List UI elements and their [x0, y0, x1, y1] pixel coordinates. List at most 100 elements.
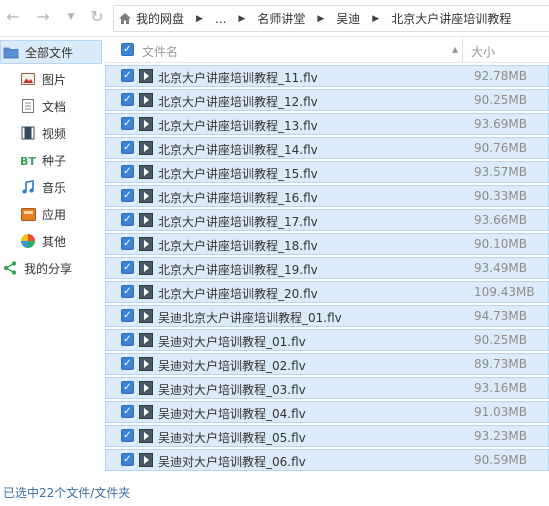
row-checkbox[interactable]: ✓	[121, 261, 134, 274]
sidebar-item-label: 全部文件	[25, 45, 74, 60]
file-name[interactable]: 吴迪北京大户讲座培训教程_01.flv	[158, 309, 342, 326]
bt-icon: BT	[20, 152, 36, 168]
video-file-icon	[139, 165, 153, 179]
share-icon	[2, 260, 18, 276]
row-checkbox[interactable]: ✓	[121, 429, 134, 442]
row-checkbox[interactable]: ✓	[121, 381, 134, 394]
column-divider[interactable]	[462, 37, 463, 62]
file-name[interactable]: 吴迪对大户培训教程_02.flv	[158, 357, 306, 374]
table-row[interactable]: ✓ 北京大户讲座培训教程_15.flv 93.57MB	[105, 161, 549, 183]
file-size: 93.57MB	[474, 165, 527, 179]
breadcrumb-separator-icon[interactable]: ▶	[372, 14, 379, 24]
file-name[interactable]: 吴迪对大户培训教程_01.flv	[158, 333, 306, 350]
file-name[interactable]: 北京大户讲座培训教程_16.flv	[158, 189, 318, 206]
file-name[interactable]: 吴迪对大户培训教程_03.flv	[158, 381, 306, 398]
breadcrumb-separator-icon[interactable]: ▶	[238, 14, 245, 24]
row-checkbox[interactable]: ✓	[121, 93, 134, 106]
table-row[interactable]: ✓ 吴迪对大户培训教程_04.flv 91.03MB	[105, 401, 549, 423]
file-name[interactable]: 北京大户讲座培训教程_14.flv	[158, 141, 318, 158]
sidebar-item-music[interactable]: 音乐	[0, 175, 122, 199]
breadcrumb-ellipsis[interactable]: ...	[215, 12, 226, 26]
file-name[interactable]: 吴迪对大户培训教程_05.flv	[158, 429, 306, 446]
file-name[interactable]: 北京大户讲座培训教程_20.flv	[158, 285, 318, 302]
row-checkbox[interactable]: ✓	[121, 285, 134, 298]
breadcrumb-famous-teachers[interactable]: 名师讲堂	[257, 10, 305, 27]
file-name[interactable]: 北京大户讲座培训教程_18.flv	[158, 237, 318, 254]
table-row[interactable]: ✓ 吴迪对大户培训教程_03.flv 93.16MB	[105, 377, 549, 399]
file-size: 91.03MB	[474, 405, 527, 419]
row-checkbox[interactable]: ✓	[121, 165, 134, 178]
row-checkbox[interactable]: ✓	[121, 213, 134, 226]
file-name[interactable]: 北京大户讲座培训教程_17.flv	[158, 213, 318, 230]
sidebar-item-my-shares[interactable]: 我的分享	[0, 256, 104, 280]
refresh-icon[interactable]: ↻	[88, 8, 106, 26]
status-bar-text: 已选中22个文件/文件夹	[3, 486, 131, 500]
breadcrumb-my-disk[interactable]: 我的网盘	[136, 10, 184, 27]
row-checkbox[interactable]: ✓	[121, 333, 134, 346]
sidebar-item-torrents[interactable]: BT 种子	[0, 148, 122, 172]
table-row[interactable]: ✓ 北京大户讲座培训教程_16.flv 90.33MB	[105, 185, 549, 207]
file-name[interactable]: 吴迪对大户培训教程_06.flv	[158, 453, 306, 470]
sidebar-item-label: 其他	[42, 234, 67, 249]
table-row[interactable]: ✓ 吴迪对大户培训教程_06.flv 90.59MB	[105, 449, 549, 471]
table-row[interactable]: ✓ 北京大户讲座培训教程_12.flv 90.25MB	[105, 89, 549, 111]
row-checkbox[interactable]: ✓	[121, 357, 134, 370]
table-row[interactable]: ✓ 北京大户讲座培训教程_20.flv 109.43MB	[105, 281, 549, 303]
breadcrumb-current-folder[interactable]: 北京大户讲座培训教程	[391, 10, 511, 27]
table-row[interactable]: ✓ 北京大户讲座培训教程_11.flv 92.78MB	[105, 65, 549, 87]
row-checkbox[interactable]: ✓	[121, 69, 134, 82]
file-size: 89.73MB	[474, 357, 527, 371]
sidebar-item-label: 应用	[42, 207, 67, 222]
sidebar-item-all-files[interactable]: 全部文件	[0, 40, 102, 64]
sidebar-item-images[interactable]: 图片	[0, 67, 122, 91]
row-checkbox[interactable]: ✓	[121, 141, 134, 154]
video-file-icon	[139, 69, 153, 83]
video-file-icon	[139, 93, 153, 107]
list-header: ✓ 文件名 ▲ 大小	[105, 37, 549, 63]
video-file-icon	[139, 261, 153, 275]
file-name[interactable]: 北京大户讲座培训教程_13.flv	[158, 117, 318, 134]
table-row[interactable]: ✓ 北京大户讲座培训教程_18.flv 90.10MB	[105, 233, 549, 255]
sidebar-item-label: 文档	[42, 99, 67, 114]
row-checkbox[interactable]: ✓	[121, 405, 134, 418]
sort-ascending-icon[interactable]: ▲	[452, 45, 458, 54]
select-all-checkbox[interactable]: ✓	[121, 43, 134, 56]
forward-arrow-icon[interactable]: →	[34, 8, 52, 26]
file-name[interactable]: 北京大户讲座培训教程_19.flv	[158, 261, 318, 278]
sidebar-item-apps[interactable]: 应用	[0, 202, 122, 226]
breadcrumb-separator-icon[interactable]: ▶	[196, 14, 203, 24]
home-icon[interactable]	[114, 8, 136, 30]
column-header-size[interactable]: 大小	[471, 43, 495, 60]
sidebar-item-videos[interactable]: 视频	[0, 121, 122, 145]
table-row[interactable]: ✓ 吴迪对大户培训教程_01.flv 90.25MB	[105, 329, 549, 351]
row-checkbox[interactable]: ✓	[121, 309, 134, 322]
table-row[interactable]: ✓ 吴迪北京大户讲座培训教程_01.flv 94.73MB	[105, 305, 549, 327]
table-row[interactable]: ✓ 北京大户讲座培训教程_13.flv 93.69MB	[105, 113, 549, 135]
file-size: 90.59MB	[474, 453, 527, 467]
other-icon	[20, 233, 36, 249]
table-row[interactable]: ✓ 吴迪对大户培训教程_02.flv 89.73MB	[105, 353, 549, 375]
table-row[interactable]: ✓ 吴迪对大户培训教程_05.flv 93.23MB	[105, 425, 549, 447]
column-header-name[interactable]: 文件名	[142, 43, 178, 60]
table-row[interactable]: ✓ 北京大户讲座培训教程_17.flv 93.66MB	[105, 209, 549, 231]
row-checkbox[interactable]: ✓	[121, 189, 134, 202]
file-list: ✓ 文件名 ▲ 大小 ✓ 北京大户讲座培训教程_11.flv 92.78MB ✓ 北京大…	[105, 37, 549, 474]
file-name[interactable]: 吴迪对大户培训教程_04.flv	[158, 405, 306, 422]
row-checkbox[interactable]: ✓	[121, 453, 134, 466]
breadcrumb-separator-icon[interactable]: ▶	[317, 14, 324, 24]
file-name[interactable]: 北京大户讲座培训教程_12.flv	[158, 93, 318, 110]
table-row[interactable]: ✓ 北京大户讲座培训教程_14.flv 90.76MB	[105, 137, 549, 159]
file-size: 93.49MB	[474, 261, 527, 275]
breadcrumb-wudi[interactable]: 吴迪	[336, 10, 360, 27]
sidebar-item-documents[interactable]: 文档	[0, 94, 122, 118]
back-arrow-icon[interactable]: ←	[4, 8, 22, 26]
video-file-icon	[139, 333, 153, 347]
row-checkbox[interactable]: ✓	[121, 117, 134, 130]
file-name[interactable]: 北京大户讲座培训教程_15.flv	[158, 165, 318, 182]
row-checkbox[interactable]: ✓	[121, 237, 134, 250]
table-row[interactable]: ✓ 北京大户讲座培训教程_19.flv 93.49MB	[105, 257, 549, 279]
file-name[interactable]: 北京大户讲座培训教程_11.flv	[158, 69, 318, 86]
sidebar-item-other[interactable]: 其他	[0, 229, 122, 253]
history-dropdown-icon[interactable]: ▼	[62, 8, 80, 26]
video-file-icon	[139, 405, 153, 419]
